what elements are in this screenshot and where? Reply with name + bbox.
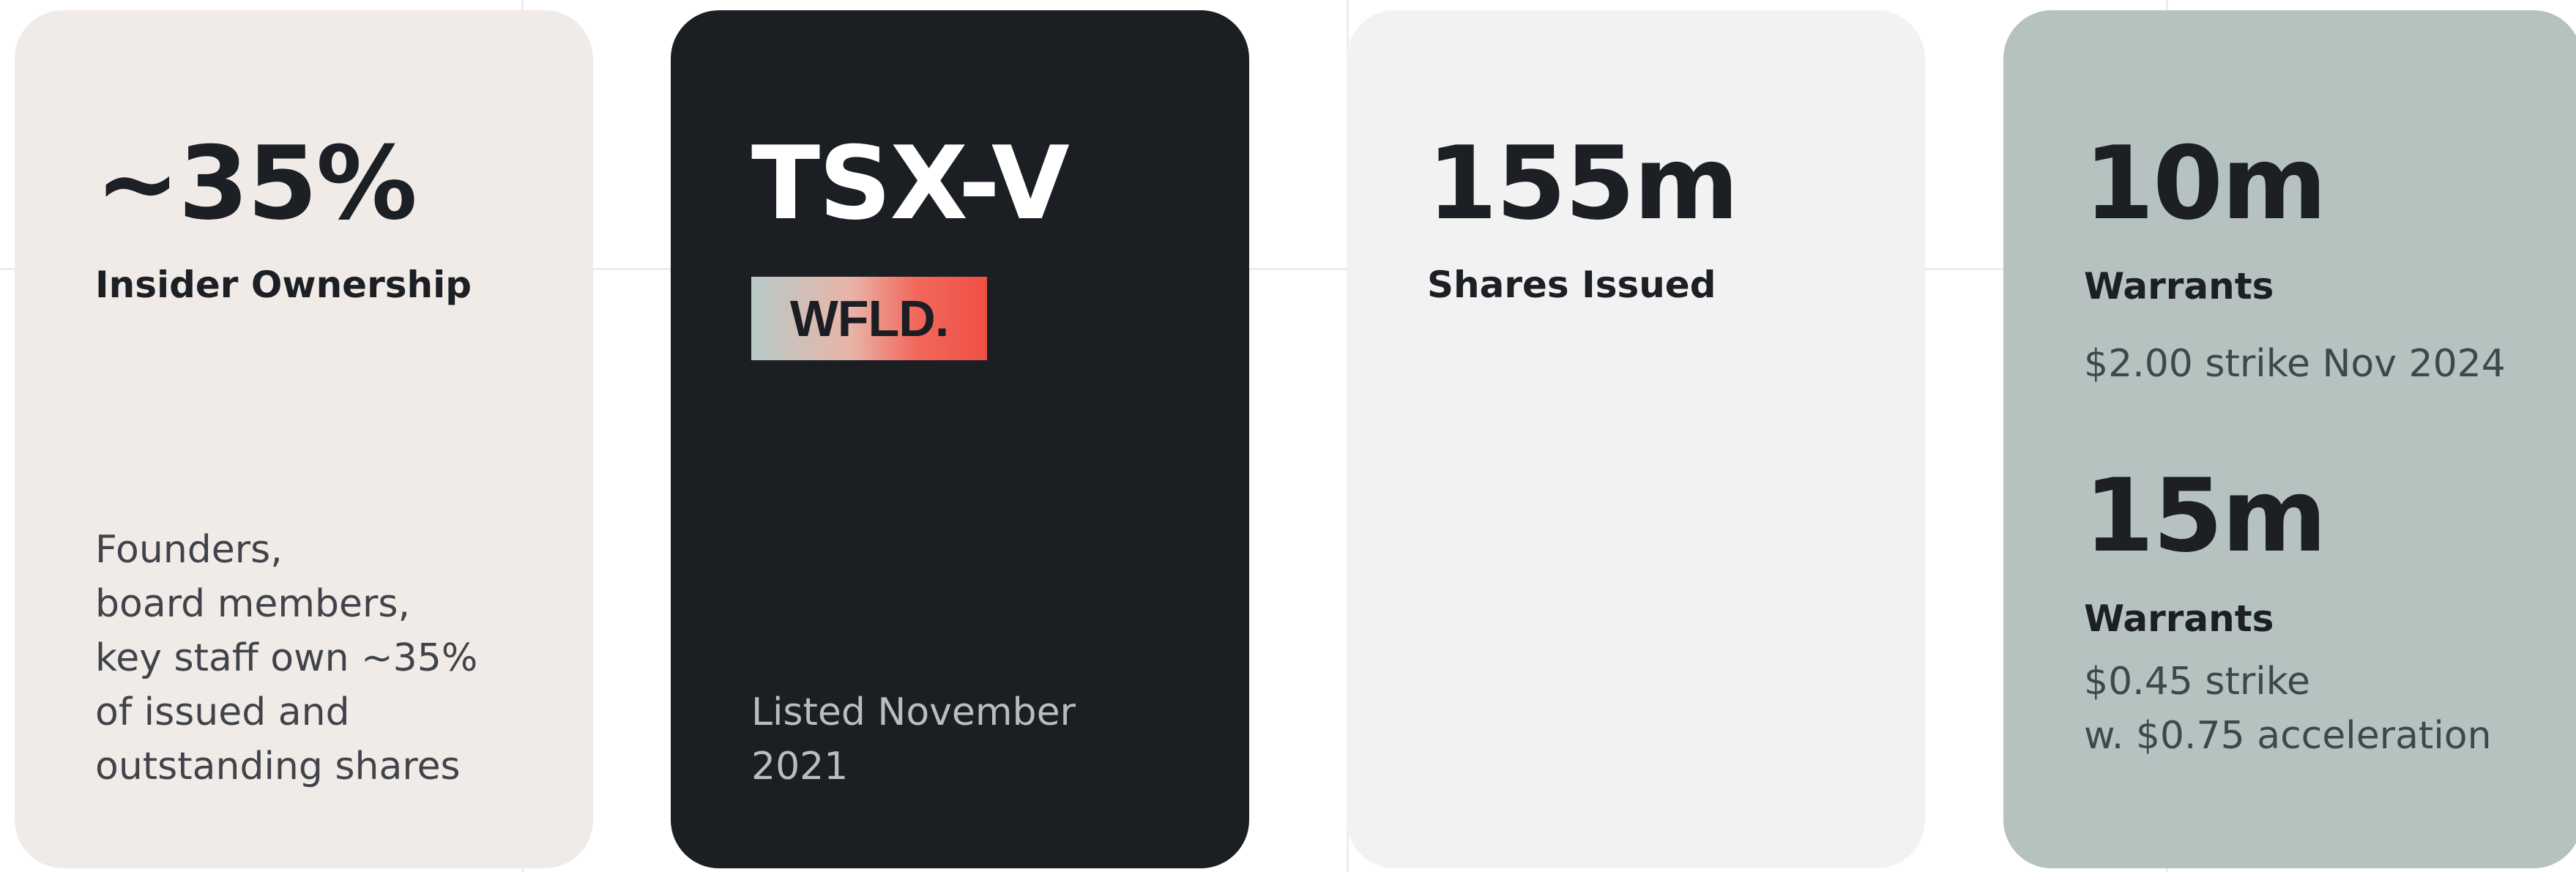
insider-ownership-card: ~35% Insider Ownership Founders, board m… bbox=[15, 10, 593, 868]
ticker-badge: WFLD. bbox=[751, 277, 987, 360]
warrants-first-label: Warrants bbox=[2084, 265, 2274, 308]
warrant-detail-line: $0.45 strike bbox=[2084, 660, 2310, 704]
insider-ownership-value: ~35% bbox=[95, 124, 417, 242]
exchange-value: TSX-V bbox=[751, 124, 1070, 242]
shares-issued-label: Shares Issued bbox=[1427, 264, 1716, 306]
warrant-detail-line: $2.00 strike Nov 2024 bbox=[2084, 342, 2506, 386]
grid-line bbox=[1245, 268, 1355, 270]
insider-ownership-label: Insider Ownership bbox=[95, 264, 472, 306]
warrants-second-label: Warrants bbox=[2084, 597, 2274, 640]
description-line: key staff own ~35% bbox=[95, 636, 478, 680]
shares-issued-value: 155m bbox=[1427, 124, 1739, 242]
exchange-card: TSX-V WFLD. Listed November 2021 bbox=[671, 10, 1249, 868]
listing-date-line: 2021 bbox=[751, 745, 849, 789]
description-line: of issued and bbox=[95, 690, 350, 734]
grid-line bbox=[586, 268, 678, 270]
warrants-card: 10m Warrants $2.00 strike Nov 2024 15m W… bbox=[2003, 10, 2576, 868]
warrants-second-detail: $0.45 strike w. $0.75 acceleration bbox=[2084, 655, 2492, 763]
description-line: board members, bbox=[95, 582, 410, 626]
warrants-first-value: 10m bbox=[2084, 124, 2327, 242]
description-line: Founders, bbox=[95, 528, 283, 572]
shares-issued-card: 155m Shares Issued bbox=[1347, 10, 1925, 868]
warrant-detail-line: w. $0.75 acceleration bbox=[2084, 714, 2492, 758]
grid-line bbox=[1918, 268, 2014, 270]
ticker-symbol: WFLD. bbox=[789, 290, 950, 347]
insider-ownership-description: Founders, board members, key staff own ~… bbox=[95, 523, 477, 794]
warrants-first-detail: $2.00 strike Nov 2024 bbox=[2084, 337, 2506, 391]
listing-date-line: Listed November bbox=[751, 690, 1076, 734]
warrants-second-value: 15m bbox=[2084, 457, 2327, 575]
listing-date: Listed November 2021 bbox=[751, 685, 1076, 794]
description-line: outstanding shares bbox=[95, 745, 461, 789]
